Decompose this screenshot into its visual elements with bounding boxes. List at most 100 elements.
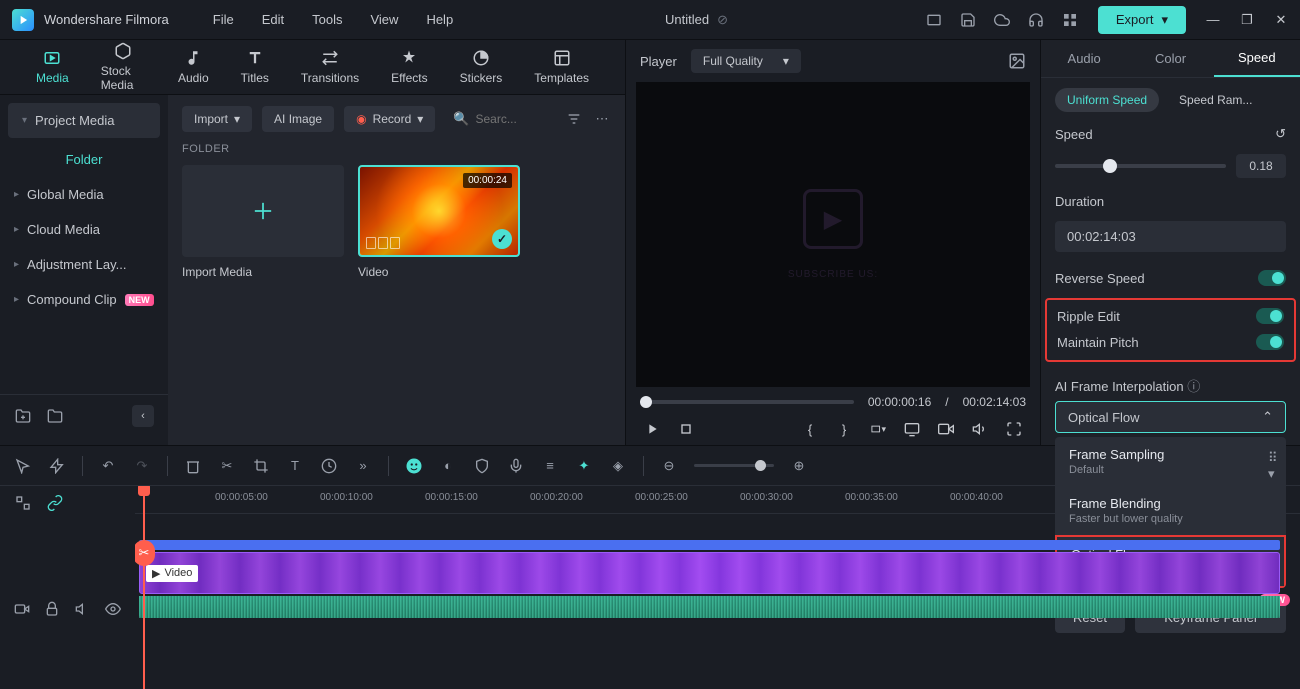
play-button[interactable] [644,421,660,437]
slider-knob[interactable] [1103,159,1117,173]
video-clip-card[interactable]: 00:00:24 ✓ Video [358,165,520,279]
help-icon[interactable]: ⓘ [1187,379,1200,394]
minimize-button[interactable]: — [1206,13,1220,27]
speed-value[interactable]: 0.18 [1236,154,1286,178]
redo-icon[interactable]: ↷ [133,457,151,475]
cloud-icon[interactable] [994,12,1010,28]
filter-icon[interactable] [565,110,583,128]
mode-uniform-speed[interactable]: Uniform Speed [1055,88,1159,112]
duration-input[interactable]: 00:02:14:03 [1055,221,1286,252]
sidebar-cloud-media[interactable]: ▸Cloud Media [0,212,168,247]
track-lock-icon[interactable] [44,600,60,618]
import-media-card[interactable]: Import Media [182,165,344,279]
video-clip[interactable]: ▶ Video [139,552,1280,594]
mode-speed-ramping[interactable]: Speed Ram... [1167,88,1264,112]
crop-icon[interactable] [252,457,270,475]
save-icon[interactable] [960,12,976,28]
mark-in-icon[interactable]: { [802,421,818,437]
zoom-out-icon[interactable]: ⊖ [660,457,678,475]
new-folder-icon[interactable] [14,407,32,425]
tab-templates[interactable]: Templates [518,43,605,91]
menu-edit[interactable]: Edit [248,12,298,27]
speed-slider[interactable] [1055,164,1226,168]
split-icon[interactable]: ✂ [218,457,236,475]
marker-green-icon[interactable]: ✦ [575,457,593,475]
more-tools-icon[interactable]: » [354,457,372,475]
sidebar-global-media[interactable]: ▸Global Media [0,177,168,212]
layout-icon[interactable] [926,12,942,28]
slider-knob[interactable] [640,396,652,408]
menu-help[interactable]: Help [412,12,467,27]
display-icon[interactable] [904,421,920,437]
preview-canvas[interactable]: ▶ SUBSCRIBE US: [636,82,1030,387]
reverse-speed-toggle[interactable] [1258,270,1286,286]
mic-icon[interactable] [507,457,525,475]
select-tool-icon[interactable] [48,457,66,475]
link-icon[interactable] [46,494,64,512]
tab-stock-media[interactable]: Stock Media [85,36,162,98]
zoom-knob[interactable] [755,460,766,471]
ratio-icon[interactable]: ▾ [870,421,886,437]
search-field[interactable]: 🔍 [445,105,555,133]
tab-stickers[interactable]: Stickers [444,43,519,91]
playhead[interactable]: ✂ [143,486,145,689]
volume-icon[interactable] [972,421,988,437]
ai-face-icon[interactable] [405,457,423,475]
headphones-icon[interactable] [1028,12,1044,28]
search-input[interactable] [475,112,535,126]
ai-image-button[interactable]: AI Image [262,106,334,132]
quality-dropdown[interactable]: Full Quality▾ [691,49,801,73]
close-button[interactable]: ✕ [1274,13,1288,27]
reset-speed-icon[interactable]: ↺ [1275,126,1286,142]
track-video-icon[interactable] [14,600,30,618]
color-icon[interactable]: ◐ [439,457,457,475]
pointer-tool-icon[interactable] [14,457,32,475]
right-tab-speed[interactable]: Speed [1214,40,1300,77]
camera-icon[interactable] [938,421,954,437]
menu-view[interactable]: View [356,12,412,27]
audio-waveform[interactable] [139,596,1280,618]
playback-slider[interactable] [640,400,854,404]
tab-titles[interactable]: Titles [225,43,285,91]
magnet-icon[interactable] [14,494,32,512]
more-icon[interactable]: ⋯ [593,110,611,128]
track-options-icon[interactable]: ⠿ ▾ [1268,457,1286,475]
text-icon[interactable]: T [286,457,304,475]
snapshot-icon[interactable] [1008,52,1026,70]
shield-icon[interactable] [473,457,491,475]
right-tab-color[interactable]: Color [1127,41,1213,76]
stop-button[interactable] [678,421,694,437]
track-visible-icon[interactable] [105,600,121,618]
folder-icon[interactable] [46,407,64,425]
timeline-ruler[interactable]: 00:00:05:00 00:00:10:00 00:00:15:00 00:0… [135,486,1300,514]
playhead-handle-icon[interactable] [138,486,150,496]
tab-audio[interactable]: Audio [162,43,225,91]
maintain-pitch-toggle[interactable] [1256,334,1284,350]
menu-tools[interactable]: Tools [298,12,356,27]
tab-media[interactable]: Media [20,43,85,91]
fullscreen-icon[interactable] [1006,421,1022,437]
ripple-edit-toggle[interactable] [1256,308,1284,324]
import-button[interactable]: Import▾ [182,106,252,132]
collapse-sidebar-button[interactable]: ‹ [132,405,154,427]
tab-effects[interactable]: Effects [375,43,443,91]
speed-icon[interactable] [320,457,338,475]
keyframe-icon[interactable]: ◈ [609,457,627,475]
delete-icon[interactable] [184,457,202,475]
track-mute-icon[interactable] [75,600,91,618]
zoom-slider[interactable] [694,464,774,467]
menu-file[interactable]: File [199,12,248,27]
sidebar-compound-clip[interactable]: ▸Compound ClipNEW [0,282,168,317]
adjust-icon[interactable]: ≡ [541,457,559,475]
clip-overlay-bar[interactable] [139,540,1280,550]
timeline-tracks[interactable]: 00:00:05:00 00:00:10:00 00:00:15:00 00:0… [135,486,1300,689]
interpolation-select[interactable]: Optical Flow⌃ [1055,401,1286,433]
tab-transitions[interactable]: Transitions [285,43,375,91]
right-tab-audio[interactable]: Audio [1041,41,1127,76]
sidebar-folder[interactable]: Folder [0,142,168,177]
apps-icon[interactable] [1062,12,1078,28]
mark-out-icon[interactable]: } [836,421,852,437]
record-button[interactable]: ◉Record▾ [344,106,435,132]
video-track[interactable]: ▶ Video [135,552,1300,596]
undo-icon[interactable]: ↶ [99,457,117,475]
